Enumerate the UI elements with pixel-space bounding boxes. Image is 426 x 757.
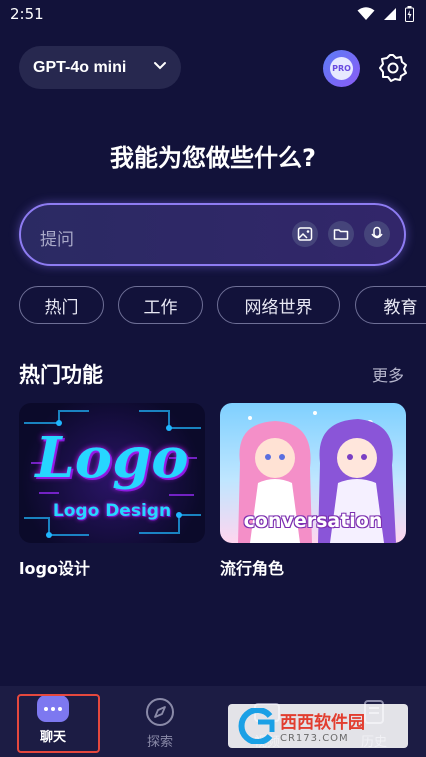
logo-design-image-text: Logo Design [52, 501, 172, 521]
chip-education[interactable]: 教育 [355, 286, 426, 324]
status-bar: 2:51 [0, 0, 426, 30]
watermark-url: CR173.COM [280, 733, 349, 744]
chip-online-world[interactable]: 网络世界 [217, 286, 340, 324]
feature-card-logo[interactable]: Logo Logo Design [19, 403, 205, 543]
status-icons [357, 6, 414, 22]
settings-gear-icon[interactable] [378, 53, 408, 83]
prompt-input[interactable]: 提问 [19, 203, 406, 266]
card-title-logo: logo设计 [19, 559, 90, 578]
voice-input-button[interactable] [364, 221, 390, 247]
conversation-image-text: conversation [243, 510, 383, 532]
wifi-icon [357, 7, 375, 20]
tab-explore[interactable]: 探索 [129, 686, 191, 757]
microphone-icon [371, 226, 383, 239]
signal-icon [384, 8, 396, 20]
status-time: 2:51 [10, 5, 44, 23]
model-name: GPT-4o mini [33, 58, 127, 76]
more-link[interactable]: 更多 [372, 362, 404, 386]
image-icon [297, 227, 313, 241]
folder-icon [333, 229, 349, 240]
file-upload-button[interactable] [328, 221, 354, 247]
chip-hot[interactable]: 热门 [19, 286, 104, 324]
pro-label: PRO [330, 57, 353, 80]
section-title: 热门功能 [19, 363, 103, 387]
watermark-brand: 西西软件园 [280, 713, 365, 733]
watermark: 西西软件园 CR173.COM [228, 704, 408, 748]
page-headline: 我能为您做些什么? [110, 144, 316, 172]
battery-icon [405, 6, 414, 22]
image-upload-button[interactable] [292, 221, 318, 247]
active-tab-highlight [17, 694, 100, 753]
card-title-characters: 流行角色 [220, 559, 285, 578]
feature-card-characters[interactable]: conversation [220, 403, 406, 543]
chevron-down-icon [154, 62, 166, 70]
tab-explore-label: 探索 [146, 735, 173, 750]
chip-work[interactable]: 工作 [118, 286, 203, 324]
compass-icon [146, 698, 174, 726]
model-selector[interactable]: GPT-4o mini [19, 46, 181, 89]
watermark-text: 西西软件园 CR173.COM [280, 708, 365, 744]
watermark-logo-icon [238, 708, 275, 744]
pro-badge-button[interactable]: PRO [323, 50, 360, 87]
logo-image-text: Logo [35, 425, 189, 491]
prompt-placeholder: 提问 [40, 230, 74, 250]
